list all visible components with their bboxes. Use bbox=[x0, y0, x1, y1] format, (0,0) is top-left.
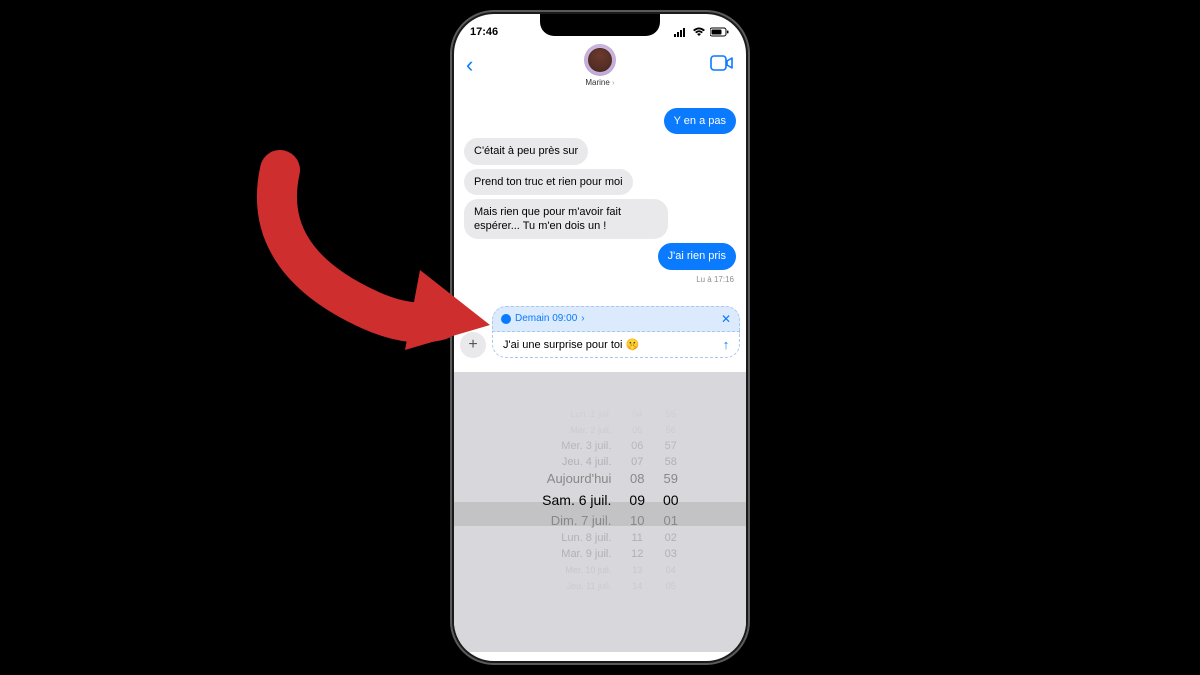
clock-icon bbox=[501, 314, 511, 324]
message-input[interactable]: J'ai une surprise pour toi 🤫 ↑ bbox=[492, 332, 740, 358]
contact-header[interactable]: Marine bbox=[584, 44, 616, 87]
compose-row: + J'ai une surprise pour toi 🤫 ↑ bbox=[460, 332, 740, 358]
battery-icon bbox=[710, 27, 730, 37]
picker-item[interactable]: 13 bbox=[632, 562, 642, 578]
picker-item[interactable]: 59 bbox=[664, 470, 678, 488]
picker-item-selected[interactable]: 00 bbox=[663, 488, 679, 512]
picker-item[interactable]: Lun. 1 juil. bbox=[570, 406, 611, 422]
picker-item[interactable]: Mar. 9 juil. bbox=[561, 546, 611, 562]
picker-item[interactable]: 10 bbox=[630, 512, 644, 530]
status-time: 17:46 bbox=[470, 26, 498, 38]
picker-item[interactable]: 04 bbox=[632, 406, 642, 422]
picker-item[interactable]: 56 bbox=[666, 422, 676, 438]
picker-item[interactable]: Mar. 2 juil. bbox=[570, 422, 611, 438]
nav-bar: ‹ Marine bbox=[454, 44, 746, 108]
schedule-pill[interactable]: Demain 09:00 › ✕ bbox=[492, 306, 740, 332]
picker-item[interactable]: 14 bbox=[632, 578, 642, 594]
picker-item[interactable]: Mer. 10 juil. bbox=[565, 562, 611, 578]
picker-item[interactable]: 02 bbox=[665, 530, 677, 546]
read-receipt: Lu à 17:16 bbox=[696, 275, 734, 284]
status-icons bbox=[674, 27, 730, 37]
close-icon[interactable]: ✕ bbox=[721, 312, 731, 326]
picker-item[interactable]: 12 bbox=[631, 546, 643, 562]
picker-col-hour[interactable]: 04 05 06 07 08 09 10 11 12 13 14 bbox=[629, 372, 645, 652]
picker-item[interactable]: Aujourd'hui bbox=[547, 470, 612, 488]
picker-item[interactable]: Jeu. 11 juil. bbox=[567, 578, 612, 594]
message-sent[interactable]: J'ai rien pris bbox=[658, 243, 736, 269]
picker-item[interactable]: 07 bbox=[631, 454, 643, 470]
picker-item[interactable]: 55 bbox=[666, 406, 676, 422]
facetime-button[interactable] bbox=[710, 48, 734, 77]
picker-item[interactable]: 57 bbox=[665, 438, 677, 454]
avatar bbox=[584, 44, 616, 76]
message-input-text: J'ai une surprise pour toi 🤫 bbox=[503, 339, 639, 351]
picker-item-selected[interactable]: Sam. 6 juil. bbox=[542, 488, 611, 512]
signal-icon bbox=[674, 27, 688, 37]
chevron-right-icon: › bbox=[581, 313, 584, 324]
notch bbox=[540, 14, 660, 36]
picker-col-date[interactable]: Lun. 1 juil. Mar. 2 juil. Mer. 3 juil. J… bbox=[521, 372, 611, 652]
picker-item[interactable]: 05 bbox=[632, 422, 642, 438]
picker-item[interactable]: 58 bbox=[665, 454, 677, 470]
picker-item[interactable]: Mer. 3 juil. bbox=[561, 438, 611, 454]
message-sent[interactable]: Y en a pas bbox=[664, 108, 736, 134]
datetime-picker[interactable]: Lun. 1 juil. Mar. 2 juil. Mer. 3 juil. J… bbox=[454, 372, 746, 652]
picker-item[interactable]: 03 bbox=[665, 546, 677, 562]
picker-col-minute[interactable]: 55 56 57 58 59 00 01 02 03 04 05 bbox=[663, 372, 679, 652]
picker-item[interactable]: 01 bbox=[664, 512, 678, 530]
picker-item[interactable]: 08 bbox=[630, 470, 644, 488]
compose-area: Demain 09:00 › ✕ + J'ai une surprise pou… bbox=[460, 306, 740, 358]
picker-item[interactable]: Lun. 8 juil. bbox=[561, 530, 611, 546]
schedule-label: Demain 09:00 bbox=[515, 313, 577, 324]
back-button[interactable]: ‹ bbox=[466, 48, 473, 78]
contact-name: Marine bbox=[584, 78, 616, 87]
picker-item[interactable]: 04 bbox=[666, 562, 676, 578]
picker-item[interactable]: 11 bbox=[632, 530, 643, 546]
picker-item-selected[interactable]: 09 bbox=[629, 488, 645, 512]
picker-item[interactable]: 06 bbox=[631, 438, 643, 454]
picker-item[interactable]: 05 bbox=[666, 578, 676, 594]
picker-item[interactable]: Jeu. 4 juil. bbox=[562, 454, 612, 470]
send-button[interactable]: ↑ bbox=[717, 335, 735, 353]
arrow-annotation bbox=[240, 130, 500, 350]
picker-item[interactable]: Dim. 7 juil. bbox=[551, 512, 612, 530]
wifi-icon bbox=[692, 27, 706, 37]
